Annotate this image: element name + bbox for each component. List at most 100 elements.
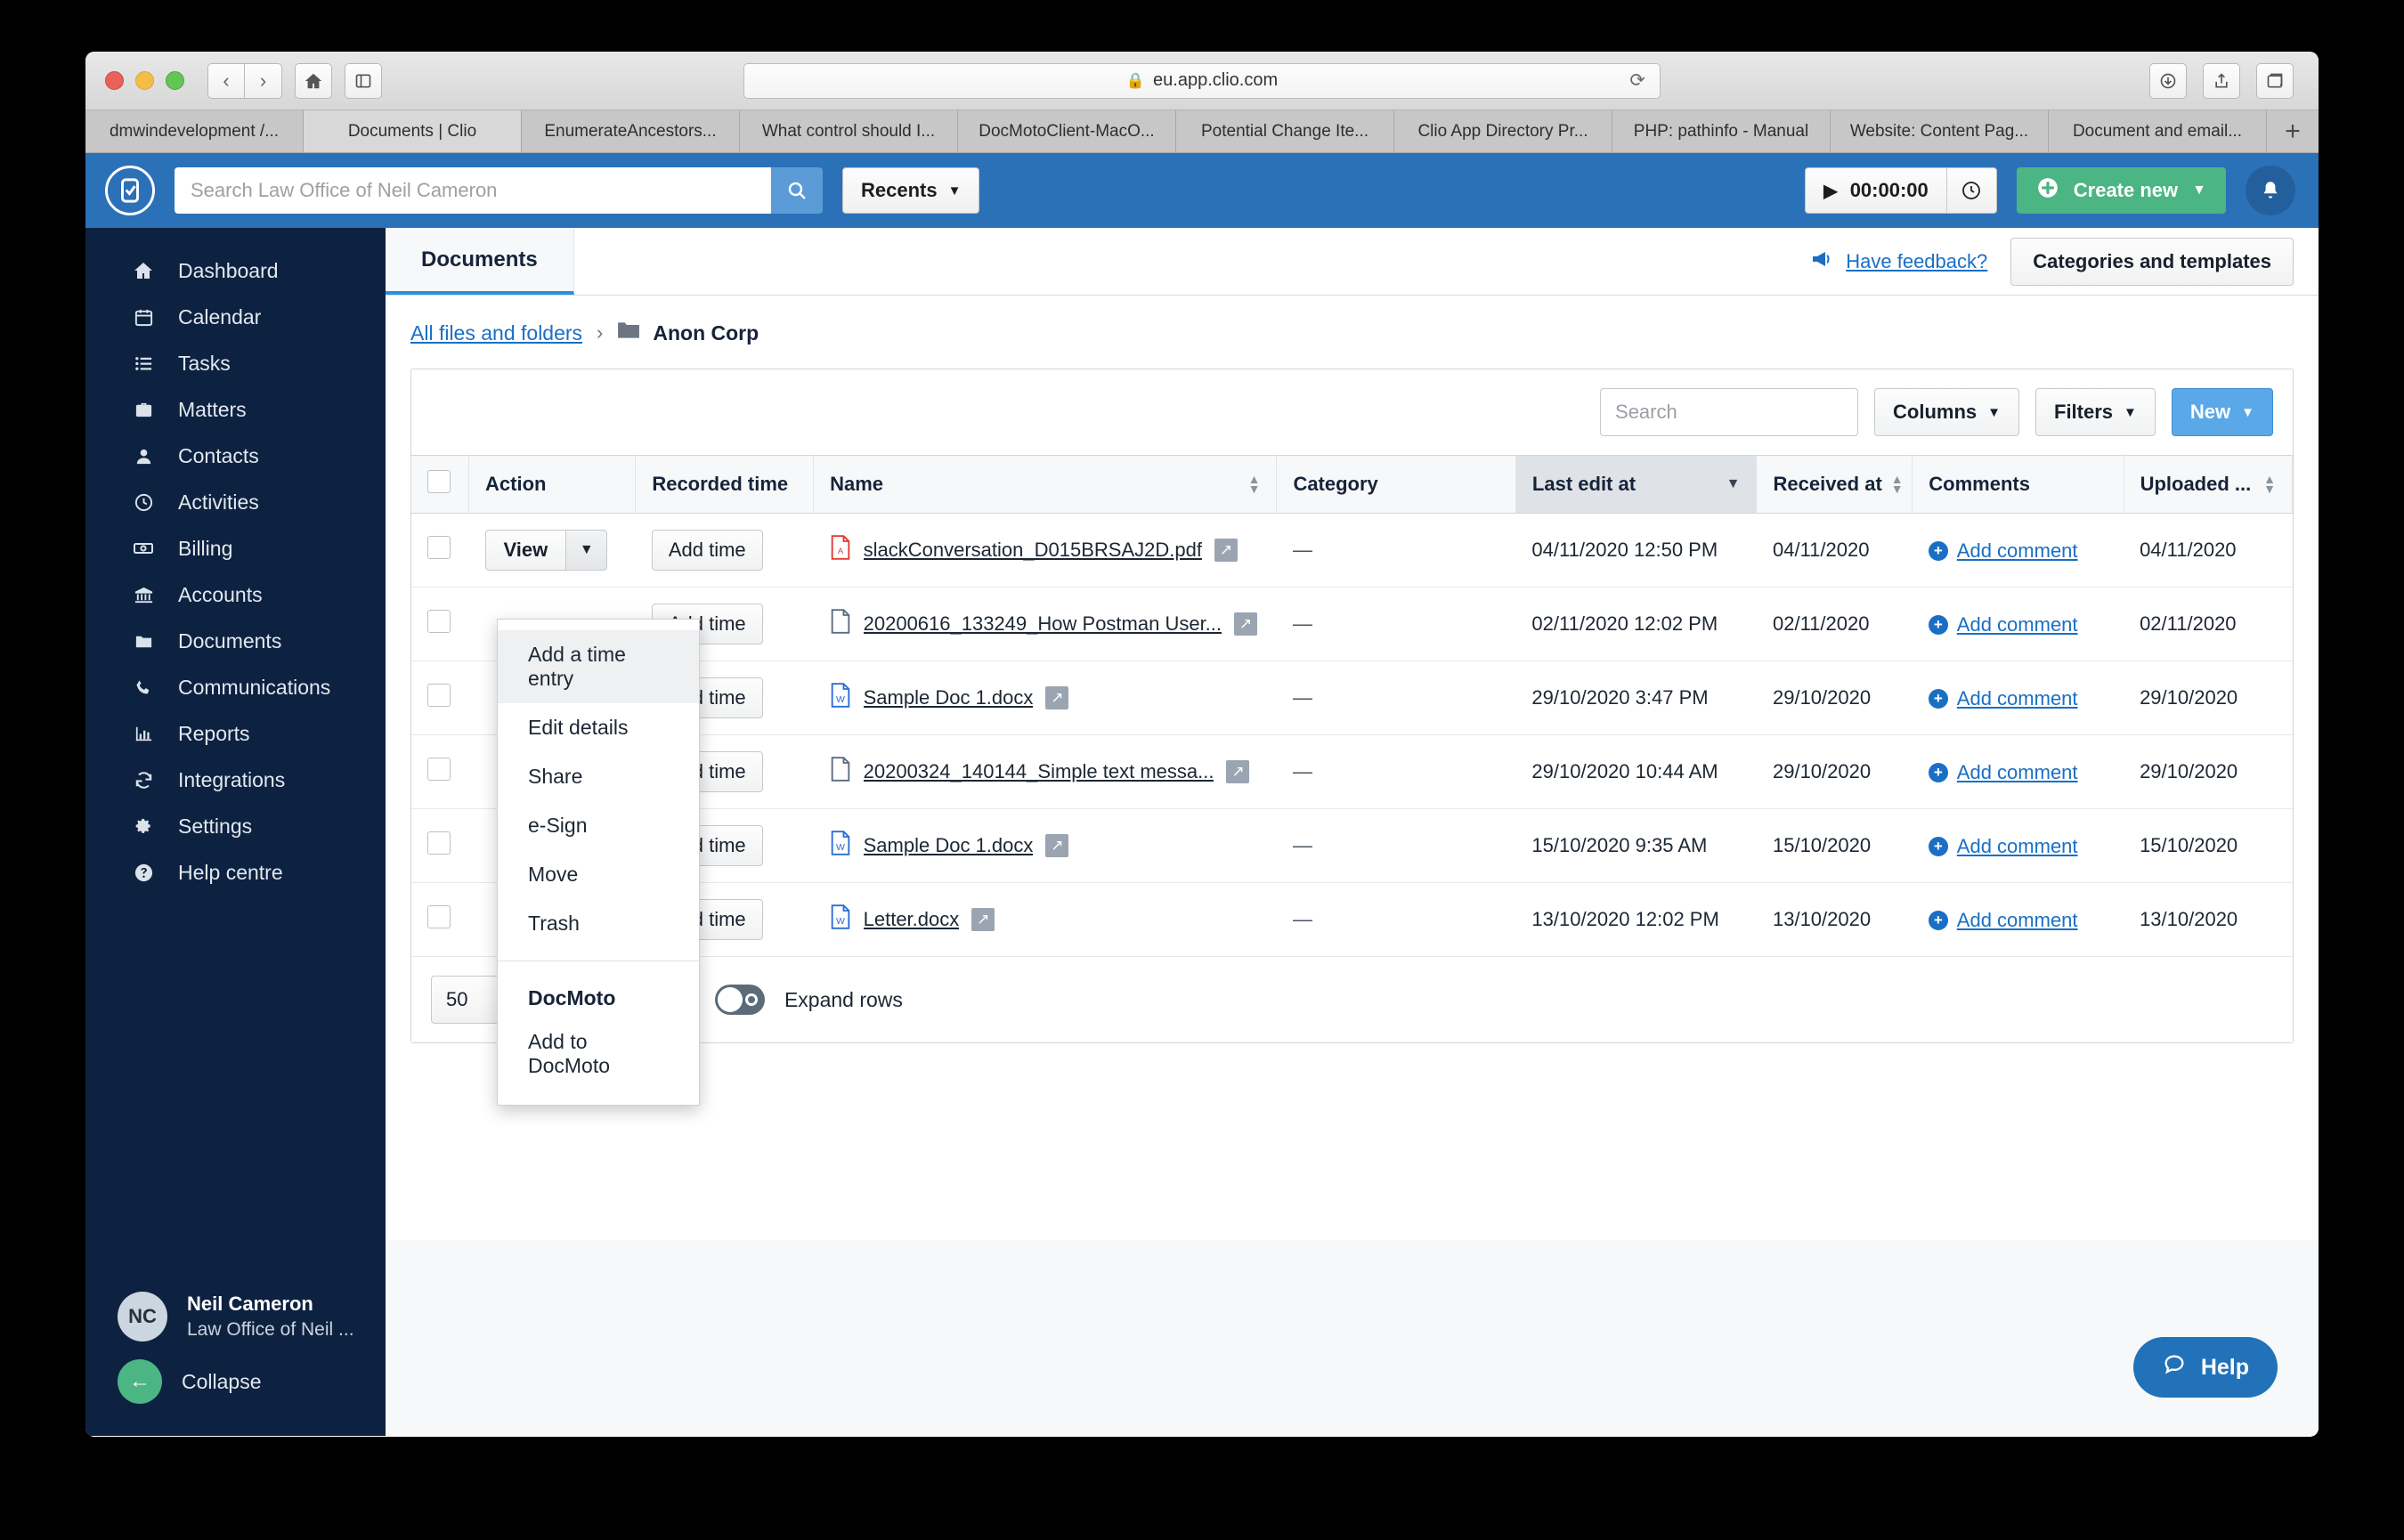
sidebar-item-calendar[interactable]: Calendar — [85, 294, 386, 340]
new-tab-button[interactable]: + — [2267, 110, 2319, 152]
download-icon[interactable] — [2149, 62, 2187, 99]
file-name-link[interactable]: slackConversation_D015BRSAJ2D.pdf — [864, 539, 1202, 562]
column-comments[interactable]: Comments — [1912, 455, 2124, 514]
row-checkbox[interactable] — [427, 831, 451, 855]
open-external-icon[interactable]: ↗ — [1226, 760, 1250, 783]
breadcrumb-root-link[interactable]: All files and folders — [410, 321, 582, 345]
menu-item-e-sign[interactable]: e-Sign — [498, 801, 699, 850]
sidebar-item-tasks[interactable]: Tasks — [85, 340, 386, 386]
recents-dropdown[interactable]: Recents ▼ — [842, 167, 980, 214]
browser-tab-strip[interactable]: dmwindevelopment /... Documents | Clio E… — [85, 110, 2319, 153]
tab-documents[interactable]: Documents — [386, 228, 574, 295]
categories-and-templates-button[interactable]: Categories and templates — [2010, 237, 2294, 286]
column-last-edit-at[interactable]: Last edit at ▼ — [1515, 455, 1758, 514]
row-select[interactable] — [411, 587, 469, 661]
sidebar-item-activities[interactable]: Activities — [85, 479, 386, 525]
row-checkbox[interactable] — [427, 758, 451, 781]
row-checkbox[interactable] — [427, 905, 451, 928]
sidebar-item-reports[interactable]: Reports — [85, 710, 386, 757]
row-name[interactable]: W Letter.docx ↗ — [813, 882, 1277, 957]
filters-button[interactable]: Filters ▼ — [2035, 388, 2156, 436]
menu-item-add-a-time-entry[interactable]: Add a time entry — [498, 630, 699, 703]
browser-tab[interactable]: Website: Content Pag... — [1831, 110, 2049, 152]
sidebar-item-communications[interactable]: Communications — [85, 664, 386, 710]
menu-item-trash[interactable]: Trash — [498, 899, 699, 948]
file-name-link[interactable]: Sample Doc 1.docx — [864, 686, 1034, 709]
expand-rows-toggle[interactable] — [714, 985, 765, 1015]
browser-tab[interactable]: Clio App Directory Pr... — [1394, 110, 1612, 152]
user-profile[interactable]: NC Neil Cameron Law Office of Neil ... — [85, 1292, 386, 1341]
row-comments[interactable]: + Add comment — [1912, 882, 2124, 957]
reload-icon[interactable]: ⟳ — [1629, 69, 1645, 92]
add-comment-link[interactable]: + Add comment — [1928, 687, 2078, 710]
row-select[interactable] — [411, 734, 469, 809]
sidebar-item-settings[interactable]: Settings — [85, 803, 386, 849]
row-select[interactable] — [411, 882, 469, 957]
row-checkbox[interactable] — [427, 610, 451, 633]
column-name[interactable]: Name ▲ ▼ — [813, 455, 1278, 514]
clio-checkmark-logo[interactable] — [105, 166, 155, 215]
new-tab-icon[interactable] — [2256, 62, 2294, 99]
column-uploaded[interactable]: Uploaded ... ▲ ▼ — [2124, 455, 2294, 514]
open-external-icon[interactable]: ↗ — [1045, 834, 1069, 857]
browser-tab[interactable]: Potential Change Ite... — [1176, 110, 1394, 152]
window-controls[interactable] — [105, 71, 184, 90]
row-recorded-time[interactable]: Add time — [635, 513, 814, 588]
home-icon[interactable] — [295, 62, 332, 99]
file-name-link[interactable]: 20200616_133249_How Postman User... — [864, 612, 1222, 636]
column-action[interactable]: Action — [468, 455, 637, 514]
menu-item-edit-details[interactable]: Edit details — [498, 703, 699, 752]
action-dropdown-menu[interactable]: Add a time entry Edit details Share e-Si… — [497, 619, 700, 1106]
open-external-icon[interactable]: ↗ — [1234, 612, 1258, 636]
row-name[interactable]: 20200324_140144_Simple text messa... ↗ — [813, 734, 1277, 809]
row-select[interactable] — [411, 661, 469, 735]
global-search[interactable] — [175, 167, 823, 214]
table-row[interactable]: View ▼ Add time A slackConversation_D015… — [411, 513, 2293, 588]
share-icon[interactable] — [2203, 62, 2240, 99]
browser-tab-active[interactable]: Documents | Clio — [304, 110, 522, 152]
view-button[interactable]: View — [484, 530, 567, 571]
timer-start-button[interactable]: ▶ 00:00:00 — [1806, 168, 1945, 213]
menu-item-add-to-docmoto[interactable]: Add to DocMoto — [498, 1017, 699, 1090]
open-external-icon[interactable]: ↗ — [971, 908, 995, 931]
bell-icon[interactable] — [2246, 166, 2295, 215]
column-received-at[interactable]: Received at ▲ ▼ — [1756, 455, 1913, 514]
add-comment-link[interactable]: + Add comment — [1928, 835, 2078, 858]
close-window-button[interactable] — [105, 71, 124, 90]
collapse-sidebar-button[interactable]: ← Collapse — [85, 1359, 386, 1404]
row-action[interactable]: View ▼ — [468, 513, 636, 588]
sidebar-item-help-centre[interactable]: Help centre — [85, 849, 386, 896]
row-select[interactable] — [411, 513, 469, 588]
sidebar-item-contacts[interactable]: Contacts — [85, 433, 386, 479]
view-split-button[interactable]: View ▼ — [484, 530, 608, 571]
help-widget-button[interactable]: Help — [2132, 1337, 2278, 1398]
row-name[interactable]: W Sample Doc 1.docx ↗ — [813, 661, 1277, 735]
menu-item-move[interactable]: Move — [498, 850, 699, 899]
row-name[interactable]: 20200616_133249_How Postman User... ↗ — [813, 587, 1277, 661]
row-checkbox[interactable] — [427, 684, 451, 707]
create-new-button[interactable]: Create new ▼ — [2016, 167, 2226, 214]
clock-icon[interactable] — [1945, 168, 1996, 213]
back-button[interactable]: ‹ — [207, 62, 245, 99]
column-recorded-time[interactable]: Recorded time — [635, 455, 815, 514]
row-comments[interactable]: + Add comment — [1912, 661, 2124, 735]
sidebar-item-matters[interactable]: Matters — [85, 386, 386, 433]
row-comments[interactable]: + Add comment — [1912, 513, 2124, 588]
view-dropdown-toggle[interactable]: ▼ — [566, 530, 608, 571]
column-select-all[interactable] — [411, 455, 470, 514]
column-category[interactable]: Category — [1276, 455, 1516, 514]
row-select[interactable] — [411, 808, 469, 883]
browser-tab[interactable]: Document and email... — [2049, 110, 2267, 152]
open-external-icon[interactable]: ↗ — [1045, 686, 1069, 709]
row-name[interactable]: W Sample Doc 1.docx ↗ — [813, 808, 1277, 883]
browser-tab[interactable]: DocMotoClient-MacO... — [958, 110, 1176, 152]
sidebar-item-integrations[interactable]: Integrations — [85, 757, 386, 803]
add-comment-link[interactable]: + Add comment — [1928, 761, 2078, 784]
row-checkbox[interactable] — [427, 536, 451, 559]
nav-buttons[interactable]: ‹ › — [207, 62, 282, 99]
sidebar-toggle-icon[interactable] — [345, 62, 382, 99]
browser-tab[interactable]: What control should I... — [740, 110, 958, 152]
new-button[interactable]: New ▼ — [2171, 388, 2273, 436]
sidebar-item-dashboard[interactable]: Dashboard — [85, 247, 386, 294]
search-input[interactable] — [175, 167, 771, 214]
